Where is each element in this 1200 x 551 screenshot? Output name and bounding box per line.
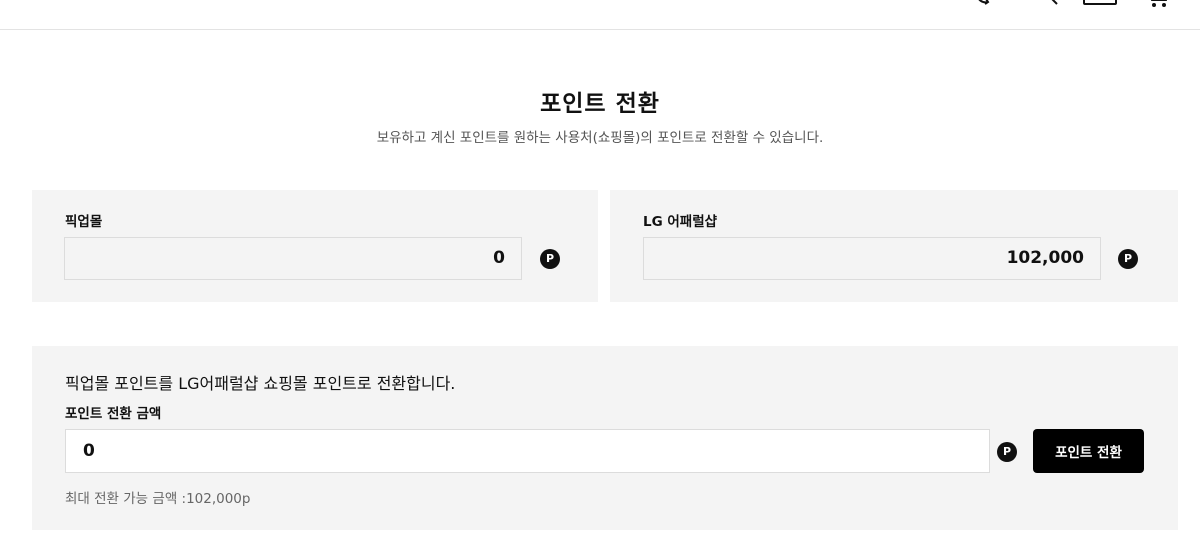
swap-icon[interactable] xyxy=(972,0,1002,8)
point-icon: P xyxy=(540,249,560,269)
conversion-panel: 픽업몰 포인트를 LG어패럴샵 쇼핑몰 포인트로 전환합니다. 포인트 전환 금… xyxy=(32,346,1178,530)
amount-label: 포인트 전환 금액 xyxy=(65,406,162,422)
max-convertible-amount: 최대 전환 가능 금액 :102,000p xyxy=(65,491,251,507)
point-conversion-page: 포인트 전환 보유하고 계신 포인트를 원하는 사용처(쇼핑몰)의 포인트로 전… xyxy=(0,0,1200,551)
balance-label: 픽업몰 xyxy=(65,214,103,230)
top-header xyxy=(0,0,1200,30)
page-title: 포인트 전환 xyxy=(540,91,660,117)
point-icon: P xyxy=(1118,249,1138,269)
cart-icon[interactable] xyxy=(1146,0,1172,8)
balance-card-pickup-mall: 픽업몰 0 P xyxy=(32,190,598,302)
balance-value: 0 xyxy=(64,237,522,280)
convert-button[interactable]: 포인트 전환 xyxy=(1033,429,1144,473)
balance-card-lg-apparel: LG 어패럴샵 102,000 P xyxy=(610,190,1178,302)
amount-input[interactable] xyxy=(65,429,990,473)
conversion-description: 픽업몰 포인트를 LG어패럴샵 쇼핑몰 포인트로 전환합니다. xyxy=(65,374,456,393)
balance-label: LG 어패럴샵 xyxy=(643,214,718,230)
search-icon[interactable] xyxy=(1036,0,1062,8)
wallet-icon[interactable] xyxy=(1083,0,1117,8)
point-icon: P xyxy=(997,442,1017,462)
balance-value: 102,000 xyxy=(643,237,1101,280)
page-subtitle: 보유하고 계신 포인트를 원하는 사용처(쇼핑몰)의 포인트로 전환할 수 있습… xyxy=(376,130,824,146)
